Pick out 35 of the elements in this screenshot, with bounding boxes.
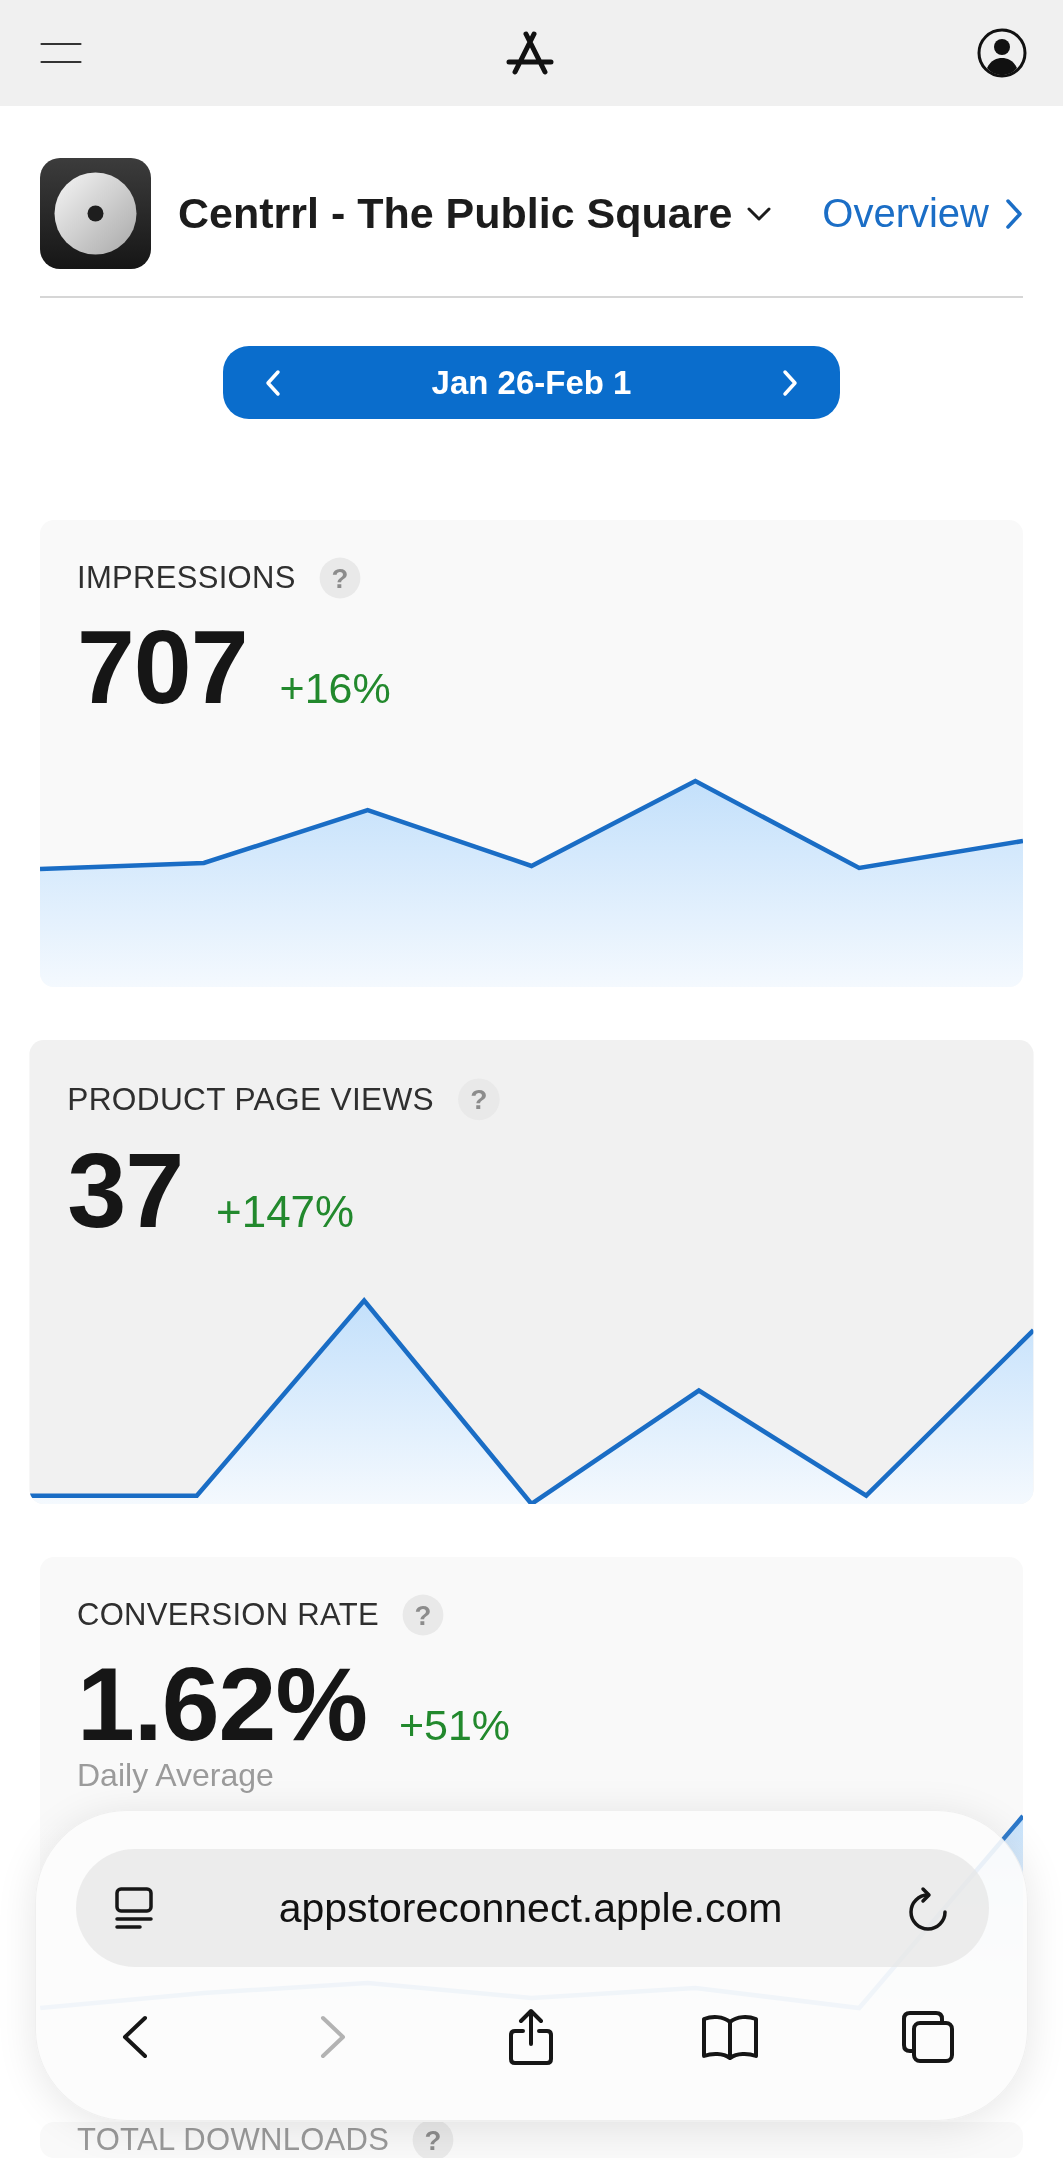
logo-icon[interactable] (505, 31, 554, 75)
app-selector[interactable]: Centrrl - The Public Square (178, 189, 773, 238)
reload-icon[interactable] (907, 1884, 949, 1932)
chevron-right-icon (1005, 197, 1023, 230)
help-button[interactable]: ? (458, 1078, 500, 1121)
help-button[interactable]: ? (412, 2122, 454, 2158)
metric-value: 707 (77, 615, 248, 719)
metric-change: +16% (279, 667, 391, 710)
metric-title: CONVERSION RATE (77, 1599, 379, 1631)
help-button[interactable]: ? (319, 557, 361, 599)
metric-note: Daily Average (76, 1757, 275, 1793)
metric-value: 1.62% (77, 1652, 367, 1756)
help-button[interactable]: ? (402, 1594, 444, 1636)
chevron-down-icon (746, 205, 773, 222)
metric-title: IMPRESSIONS (77, 562, 296, 594)
book-icon[interactable] (700, 2013, 759, 2061)
address-bar[interactable]: appstoreconnect.apple.com (76, 1849, 989, 1967)
date-range-label: Jan 26-Feb 1 (431, 363, 632, 402)
metric-title: TOTAL DOWNLOADS (77, 2124, 390, 2156)
metric-card[interactable]: TOTAL DOWNLOADS ? (40, 2122, 1023, 2158)
overview-link[interactable]: Overview (822, 191, 1023, 236)
app-icon (40, 158, 151, 269)
profile-icon[interactable] (977, 28, 1027, 78)
overlapping-squares-icon[interactable] (900, 2010, 955, 2064)
metric-card[interactable]: IMPRESSIONS ? 707 +16% (40, 520, 1023, 987)
chevron-left-icon[interactable] (122, 2015, 149, 2059)
metric-value: 37 (67, 1137, 184, 1244)
menu-icon[interactable] (40, 42, 82, 64)
metric-card[interactable]: PRODUCT PAGE VIEWS ? 37 +147% (29, 1040, 1034, 1504)
share-icon[interactable] (508, 2008, 555, 2066)
metric-title: PRODUCT PAGE VIEWS (67, 1083, 435, 1116)
metric-change: +51% (398, 1704, 511, 1747)
page-menu-icon[interactable] (114, 1886, 154, 1930)
metric-change: +147% (216, 1190, 355, 1235)
url-text: appstoreconnect.apple.com (278, 1884, 783, 1932)
